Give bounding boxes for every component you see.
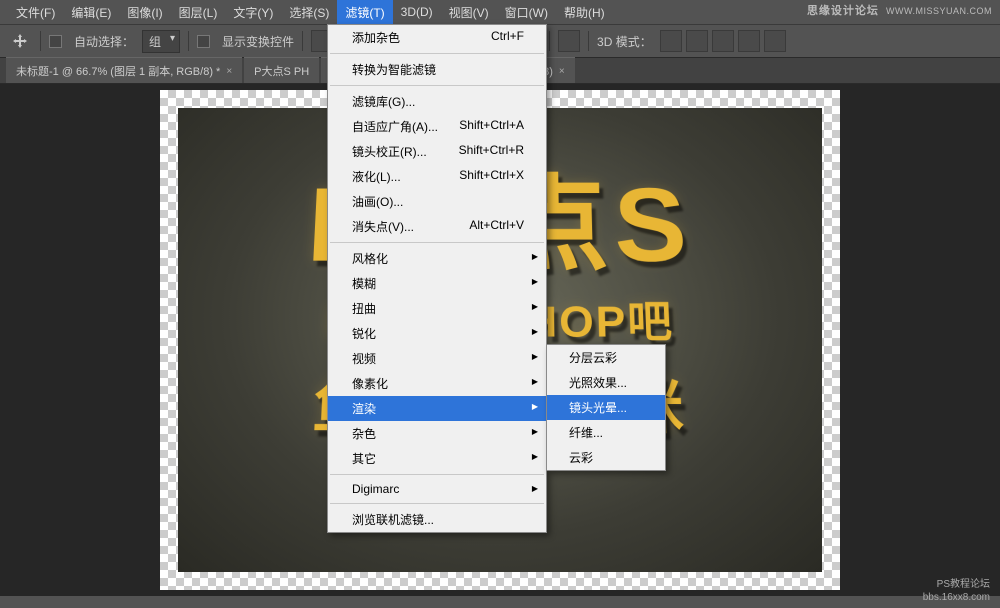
submenu-item[interactable]: 光照效果... bbox=[547, 370, 665, 395]
show-transform-label: 显示变换控件 bbox=[222, 33, 294, 50]
tab-label: P大点S PH bbox=[254, 63, 309, 79]
divider bbox=[588, 31, 589, 51]
menu-type[interactable]: 文字(Y) bbox=[225, 0, 281, 25]
menu-window[interactable]: 窗口(W) bbox=[497, 0, 556, 25]
3d-mode-icons bbox=[660, 30, 786, 52]
menu-item[interactable]: 像素化 bbox=[328, 371, 546, 396]
menu-3d[interactable]: 3D(D) bbox=[393, 1, 441, 23]
menu-item[interactable]: 消失点(V)...Alt+Ctrl+V bbox=[328, 214, 546, 239]
menu-item[interactable]: 视频 bbox=[328, 346, 546, 371]
menu-separator bbox=[330, 85, 544, 86]
watermark-br-line2: bbs.16xx8.com bbox=[923, 591, 990, 604]
menu-separator bbox=[330, 503, 544, 504]
tab-label: 未标题-1 @ 66.7% (图层 1 副本, RGB/8) * bbox=[16, 63, 220, 79]
divider bbox=[549, 31, 550, 51]
menu-item[interactable]: 渲染 bbox=[328, 396, 546, 421]
move-tool-icon[interactable] bbox=[8, 29, 32, 53]
menu-file[interactable]: 文件(F) bbox=[8, 0, 63, 25]
menu-item[interactable]: 浏览联机滤镜... bbox=[328, 507, 546, 532]
divider bbox=[302, 31, 303, 51]
filter-dropdown-menu: 添加杂色Ctrl+F 转换为智能滤镜滤镜库(G)...自适应广角(A)...Shi… bbox=[327, 24, 547, 533]
menu-help[interactable]: 帮助(H) bbox=[556, 0, 613, 25]
3d-icon[interactable] bbox=[764, 30, 786, 52]
menu-item[interactable]: 油画(O)... bbox=[328, 189, 546, 214]
watermark-br-line1: PS教程论坛 bbox=[923, 578, 990, 591]
menu-item[interactable]: 添加杂色Ctrl+F bbox=[328, 25, 546, 50]
menu-separator bbox=[330, 474, 544, 475]
menu-item[interactable]: 其它 bbox=[328, 446, 546, 471]
auto-select-dropdown[interactable]: 组 bbox=[142, 30, 180, 53]
menu-item[interactable]: 锐化 bbox=[328, 321, 546, 346]
3d-icon[interactable] bbox=[738, 30, 760, 52]
auto-select-checkbox[interactable] bbox=[49, 35, 62, 48]
menu-item[interactable]: 风格化 bbox=[328, 246, 546, 271]
menu-item[interactable]: Digimarc bbox=[328, 478, 546, 500]
submenu-item[interactable]: 镜头光晕... bbox=[547, 395, 665, 420]
3d-icon[interactable] bbox=[712, 30, 734, 52]
divider bbox=[40, 31, 41, 51]
misc-icons-2 bbox=[558, 30, 580, 52]
render-submenu: 分层云彩光照效果...镜头光晕...纤维...云彩 bbox=[546, 344, 666, 471]
close-icon[interactable]: × bbox=[559, 66, 565, 77]
menu-layer[interactable]: 图层(L) bbox=[171, 0, 226, 25]
document-tab[interactable]: P大点S PH bbox=[244, 57, 319, 83]
app-window: 文件(F) 编辑(E) 图像(I) 图层(L) 文字(Y) 选择(S) 滤镜(T… bbox=[0, 0, 1000, 608]
submenu-item[interactable]: 纤维... bbox=[547, 420, 665, 445]
menu-separator bbox=[330, 242, 544, 243]
auto-select-label: 自动选择： bbox=[74, 33, 134, 50]
show-transform-checkbox[interactable] bbox=[197, 35, 210, 48]
submenu-item[interactable]: 分层云彩 bbox=[547, 345, 665, 370]
3d-icon[interactable] bbox=[660, 30, 682, 52]
submenu-item[interactable]: 云彩 bbox=[547, 445, 665, 470]
misc-icon[interactable] bbox=[558, 30, 580, 52]
menu-filter[interactable]: 滤镜(T) bbox=[337, 0, 392, 25]
menu-item[interactable]: 模糊 bbox=[328, 271, 546, 296]
menu-item[interactable]: 液化(L)...Shift+Ctrl+X bbox=[328, 164, 546, 189]
menu-select[interactable]: 选择(S) bbox=[281, 0, 337, 25]
menu-item[interactable]: 镜头校正(R)...Shift+Ctrl+R bbox=[328, 139, 546, 164]
menu-item[interactable]: 扭曲 bbox=[328, 296, 546, 321]
menu-view[interactable]: 视图(V) bbox=[441, 0, 497, 25]
watermark-en: WWW.MISSYUAN.COM bbox=[886, 6, 992, 16]
menu-item[interactable]: 滤镜库(G)... bbox=[328, 89, 546, 114]
menu-item[interactable]: 自适应广角(A)...Shift+Ctrl+A bbox=[328, 114, 546, 139]
watermark-bottom-right: PS教程论坛 bbs.16xx8.com bbox=[923, 578, 990, 604]
divider bbox=[188, 31, 189, 51]
3d-icon[interactable] bbox=[686, 30, 708, 52]
menu-separator bbox=[330, 53, 544, 54]
3d-mode-label: 3D 模式： bbox=[597, 33, 652, 50]
menu-item[interactable]: 杂色 bbox=[328, 421, 546, 446]
menu-item[interactable]: 转换为智能滤镜 bbox=[328, 57, 546, 82]
watermark-top-right: 思缘设计论坛 WWW.MISSYUAN.COM bbox=[807, 2, 992, 18]
menu-image[interactable]: 图像(I) bbox=[119, 0, 170, 25]
watermark-cn: 思缘设计论坛 bbox=[807, 5, 879, 17]
menu-edit[interactable]: 编辑(E) bbox=[63, 0, 119, 25]
document-tab[interactable]: 未标题-1 @ 66.7% (图层 1 副本, RGB/8) * × bbox=[6, 57, 242, 83]
close-icon[interactable]: × bbox=[226, 66, 232, 77]
